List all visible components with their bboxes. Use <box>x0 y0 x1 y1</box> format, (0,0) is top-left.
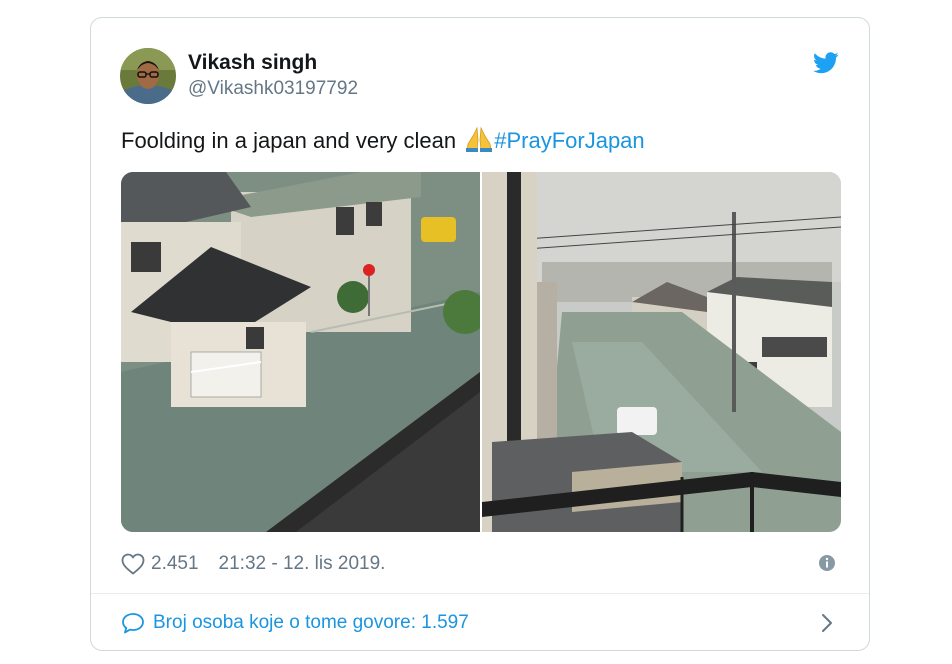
conversation-label[interactable]: Broj osoba koje o tome govore: 1.597 <box>153 612 469 634</box>
conversation-link[interactable]: Broj osoba koje o tome govore: 1.597 <box>121 610 469 636</box>
heart-icon[interactable] <box>121 553 145 575</box>
tweet-meta: 2.451 21:32 - 12. lis 2019. <box>121 551 385 577</box>
tweet-card[interactable]: Vikash singh @Vikashk03197792 Foolding i… <box>90 17 870 651</box>
avatar[interactable] <box>120 48 176 104</box>
author-name[interactable]: Vikash singh <box>188 50 317 76</box>
speech-bubble-icon <box>122 613 144 634</box>
tweet-text: Foolding in a japan and very clean #Pray… <box>121 126 645 155</box>
media-grid <box>121 172 841 532</box>
tweet-timestamp[interactable]: 21:32 - 12. lis 2019. <box>219 553 386 575</box>
hashtag-link[interactable]: #PrayForJapan <box>494 128 644 153</box>
info-icon[interactable] <box>818 554 836 572</box>
flood-photo-right[interactable] <box>482 172 841 532</box>
folded-hands-icon <box>466 126 493 152</box>
twitter-bird-icon[interactable] <box>813 52 839 74</box>
like-count[interactable]: 2.451 <box>151 553 199 575</box>
tweet-text-body: Foolding in a japan and very clean <box>121 128 463 153</box>
author-handle[interactable]: @Vikashk03197792 <box>188 77 358 101</box>
divider <box>91 593 869 594</box>
flood-photo-left[interactable] <box>121 172 480 532</box>
avatar-image <box>120 48 176 104</box>
chevron-right-icon[interactable] <box>820 612 834 634</box>
